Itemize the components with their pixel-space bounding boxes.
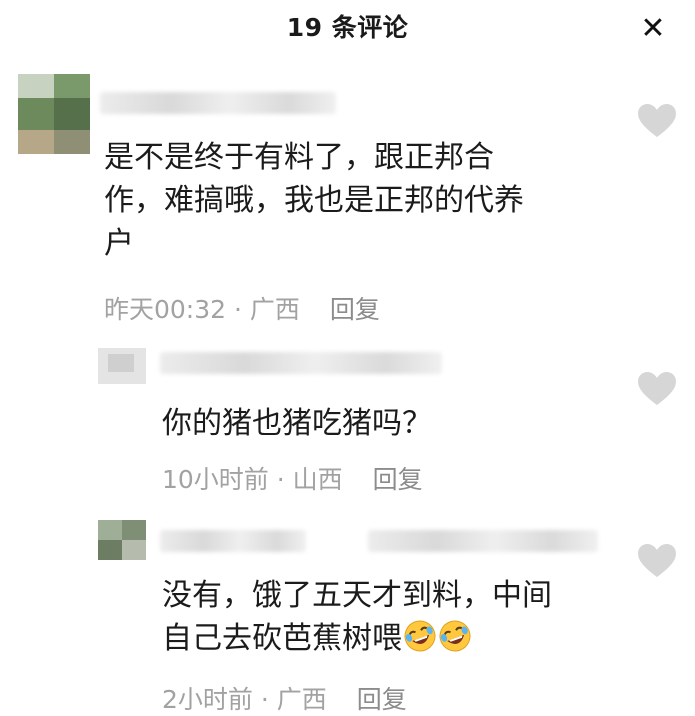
reply-button[interactable]: 回复	[373, 465, 423, 494]
meta-separator: ·	[268, 465, 293, 494]
meta-separator: ·	[252, 685, 277, 714]
comment-time: 昨天00:32	[104, 295, 227, 324]
comment-time: 2小时前	[162, 685, 253, 714]
heart-icon[interactable]	[637, 103, 677, 139]
comment-meta: 2小时前 · 广西 回复	[162, 680, 407, 716]
heart-icon[interactable]	[637, 371, 677, 407]
comment-location: 广西	[249, 295, 300, 324]
username-blurred[interactable]	[368, 530, 598, 552]
reply-button[interactable]: 回复	[330, 295, 380, 324]
avatar[interactable]	[98, 348, 146, 384]
comment-location: 山西	[292, 465, 343, 494]
close-icon[interactable]: ✕	[636, 12, 670, 46]
avatar[interactable]	[98, 520, 146, 560]
comment-text: 没有，饿了五天才到料，中间 自己去砍芭蕉树喂	[162, 578, 552, 656]
username-blurred[interactable]	[100, 92, 336, 114]
comment-meta: 昨天00:32 · 广西 回复	[104, 290, 380, 326]
username-blurred[interactable]	[160, 352, 442, 374]
rofl-emoji-icon	[439, 620, 471, 652]
comment-location: 广西	[276, 685, 327, 714]
rofl-emoji-icon	[404, 620, 436, 652]
heart-icon[interactable]	[637, 543, 677, 579]
avatar[interactable]	[18, 74, 90, 154]
username-blurred[interactable]	[160, 530, 306, 552]
meta-separator: ·	[226, 295, 250, 324]
comment-time: 10小时前	[162, 465, 269, 494]
comment-meta: 10小时前 · 山西 回复	[162, 460, 423, 496]
comment-text: 是不是终于有料了，跟正邦合 作，难搞哦，我也是正邦的代养 户	[104, 140, 524, 261]
comments-count-title: 19 条评论	[286, 13, 409, 42]
reply-button[interactable]: 回复	[357, 685, 407, 714]
comments-header: 19 条评论 ✕	[0, 0, 695, 56]
comment-text: 你的猪也猪吃猪吗？	[162, 406, 432, 441]
